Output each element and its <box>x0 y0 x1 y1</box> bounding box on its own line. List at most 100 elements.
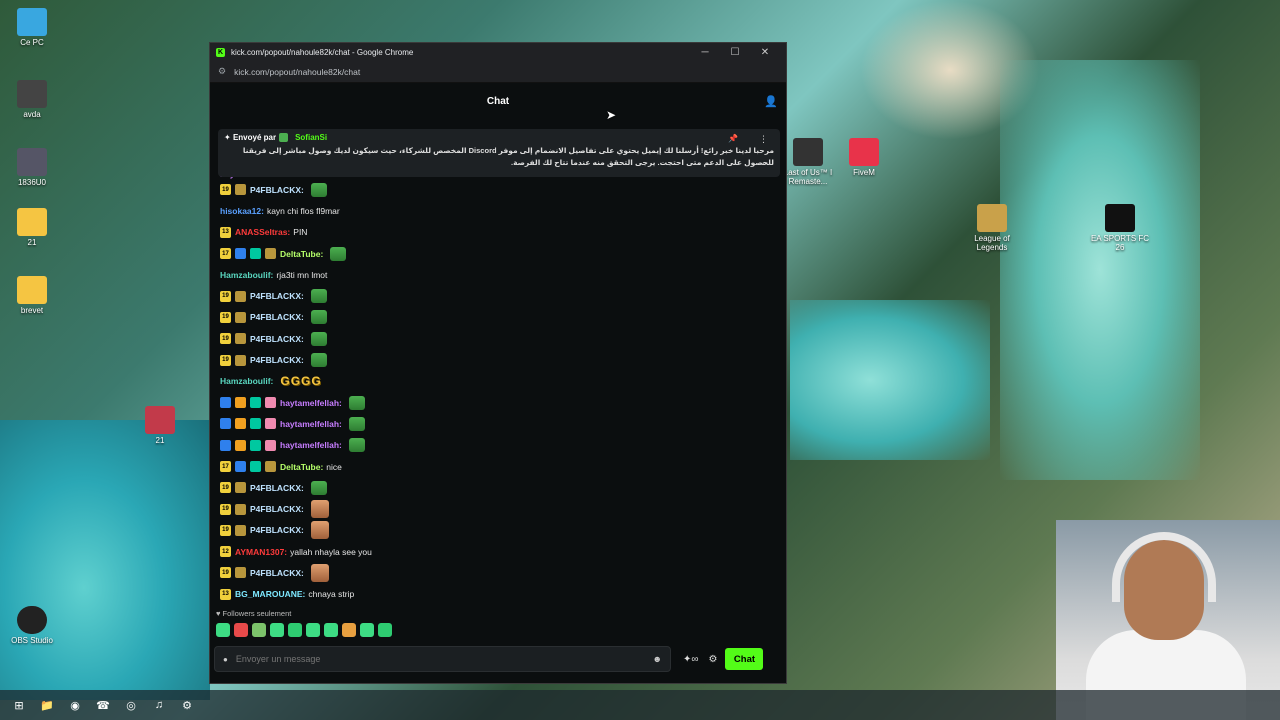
desktop-icon-obs-studio[interactable]: OBS Studio <box>2 606 62 645</box>
chat-username[interactable]: P4FBLACKX: <box>250 312 304 322</box>
site-info-icon[interactable]: ⚙ <box>218 66 226 77</box>
chat-username[interactable]: P4FBLACKX: <box>250 568 304 578</box>
more-options-icon[interactable]: ⋮ <box>759 134 768 145</box>
chat-username[interactable]: haytamelfellah: <box>280 398 342 408</box>
quick-emote-button[interactable] <box>234 623 248 637</box>
chevron-down-icon[interactable]: ⌄ <box>760 157 768 168</box>
chat-message[interactable]: haytamelfellah: <box>220 435 788 456</box>
chat-input-container[interactable]: ● ☻ <box>214 646 671 672</box>
chat-message-text: kayn chi flos fl9mar <box>266 205 340 216</box>
quick-emote-button[interactable] <box>216 623 230 637</box>
chat-username[interactable]: P4FBLACKX: <box>250 355 304 365</box>
chat-message[interactable]: 19 P4FBLACKX: <box>220 520 788 541</box>
points-icon[interactable]: ✦∞ <box>683 654 699 665</box>
desktop-icon-league-of-legends[interactable]: League of Legends <box>962 204 1022 252</box>
desktop-icon-avda[interactable]: avda <box>2 80 62 119</box>
chat-username[interactable]: P4FBLACKX: <box>250 525 304 535</box>
chat-badge-icon <box>235 397 246 409</box>
gear-icon[interactable]: ⚙ <box>709 654 718 665</box>
discord-icon[interactable]: ☎ <box>94 696 112 714</box>
chrome-icon[interactable]: ◉ <box>66 696 84 714</box>
pin-small-icon: ✦ <box>224 133 231 142</box>
chat-username[interactable]: AYMAN1307: <box>235 547 287 557</box>
chat-message-list[interactable]: haytamelfellah: 19 P4FBLACKX: hisokaa12:ka… <box>210 169 788 607</box>
chat-username[interactable]: Hamzaboulif: <box>220 270 273 280</box>
pin-icon[interactable]: 📌 <box>728 134 738 143</box>
desktop-icon-ea-sports-fc[interactable]: EA SPORTS FC 26 <box>1090 204 1150 252</box>
chat-message[interactable]: 17 DeltaTube: nice <box>220 456 788 477</box>
url-text[interactable]: kick.com/popout/nahoule82k/chat <box>234 67 360 77</box>
chat-message[interactable]: Hamzaboulif: GGGG <box>220 371 788 392</box>
desktop-icon-21-folder[interactable]: 21 <box>2 208 62 247</box>
quick-emote-button[interactable] <box>270 623 284 637</box>
quick-emote-button[interactable] <box>342 623 356 637</box>
chat-message[interactable]: 19 P4FBLACKX: <box>220 307 788 328</box>
quick-emote-button[interactable] <box>324 623 338 637</box>
desktop-icon-fivem[interactable]: FiveM <box>834 138 894 177</box>
chat-message[interactable]: 19 P4FBLACKX: <box>220 285 788 306</box>
desktop-icon-ce-pc[interactable]: Ce PC <box>2 8 62 47</box>
chat-message[interactable]: 19 P4FBLACKX: <box>220 477 788 498</box>
chat-message[interactable]: 13 ANASSeltras: PIN <box>220 222 788 243</box>
chat-username[interactable]: BG_MAROUANE: <box>235 589 305 599</box>
chat-username[interactable]: P4FBLACKX: <box>250 291 304 301</box>
spotify-icon[interactable]: ♫ <box>150 696 168 714</box>
chat-message-input[interactable] <box>235 654 653 664</box>
maximize-button[interactable]: ☐ <box>720 47 750 58</box>
quick-emote-button[interactable] <box>378 623 392 637</box>
chat-message[interactable]: 19 P4FBLACKX: <box>220 179 788 200</box>
chat-message[interactable]: 12 AYMAN1307: yallah nhayla see you <box>220 541 788 562</box>
chat-username[interactable]: ANASSeltras: <box>235 227 290 237</box>
chat-message[interactable]: 19 P4FBLACKX: <box>220 562 788 583</box>
chat-username[interactable]: P4FBLACKX: <box>250 483 304 493</box>
quick-emote-button[interactable] <box>360 623 374 637</box>
quick-emote-button[interactable] <box>288 623 302 637</box>
close-button[interactable]: ✕ <box>750 47 780 58</box>
chat-username[interactable]: Hamzaboulif: <box>220 376 273 386</box>
user-settings-icon[interactable]: 👤 <box>764 95 778 108</box>
chat-username[interactable]: P4FBLACKX: <box>250 334 304 344</box>
chat-badge-icon <box>235 482 246 494</box>
chat-username[interactable]: haytamelfellah: <box>280 419 342 429</box>
chat-message[interactable]: haytamelfellah: <box>220 392 788 413</box>
window-titlebar[interactable]: K kick.com/popout/nahoule82k/chat - Goog… <box>210 43 786 61</box>
chat-username[interactable]: hisokaa12: <box>220 206 264 216</box>
chat-message[interactable]: 19 P4FBLACKX: <box>220 349 788 370</box>
chat-message[interactable]: 19 P4FBLACKX: <box>220 328 788 349</box>
steam-icon[interactable]: ◎ <box>122 696 140 714</box>
chat-username[interactable]: P4FBLACKX: <box>250 185 304 195</box>
quick-emote-button[interactable] <box>306 623 320 637</box>
chat-message-text: chnaya strip <box>308 589 355 600</box>
desktop-icon-label: Last of Us™ I Remaste... <box>783 168 833 186</box>
desktop-icon-21-archive[interactable]: 21 <box>130 406 190 445</box>
pinned-header: ✦ Envoyé par SofianSi <box>224 133 774 142</box>
chat-badge-icon <box>235 503 246 515</box>
emoji-icon[interactable]: ☻ <box>653 654 662 664</box>
chat-username[interactable]: DeltaTube: <box>280 462 323 472</box>
pinned-message[interactable]: ✦ Envoyé par SofianSi مرحبا لدينا خبر را… <box>218 129 780 177</box>
quick-emote-button[interactable] <box>252 623 266 637</box>
chat-username[interactable]: P4FBLACKX: <box>250 504 304 514</box>
chat-username[interactable]: haytamelfellah: <box>280 440 342 450</box>
minimize-button[interactable]: ─ <box>690 47 720 58</box>
desktop-icon-label: FiveM <box>853 168 875 177</box>
pinned-label: Envoyé par <box>232 133 277 142</box>
pinned-author[interactable]: SofianSi <box>295 133 327 142</box>
start-icon[interactable]: ⊞ <box>10 696 28 714</box>
chat-message[interactable]: 13 BG_MAROUANE: chnaya strip <box>220 584 788 605</box>
chat-message[interactable]: haytamelfellah: <box>220 413 788 434</box>
desktop-icon-brevet[interactable]: brevet <box>2 276 62 315</box>
chat-username[interactable]: DeltaTube: <box>280 249 323 259</box>
chat-badge-icon: 19 <box>220 482 231 494</box>
chat-message[interactable]: 17 DeltaTube: <box>220 243 788 264</box>
chat-badge-icon: 19 <box>220 524 231 536</box>
settings-icon[interactable]: ⚙ <box>178 696 196 714</box>
chat-message[interactable]: hisokaa12: kayn chi flos fl9mar <box>220 200 788 221</box>
chat-message[interactable]: Hamzaboulif: rja3ti mn lmot <box>220 264 788 285</box>
send-chat-button[interactable]: Chat <box>725 648 764 670</box>
address-bar[interactable]: ⚙ kick.com/popout/nahoule82k/chat <box>210 61 786 83</box>
desktop-icon-1836u0[interactable]: 1836U0 <box>2 148 62 187</box>
chat-message[interactable]: 19 P4FBLACKX: <box>220 498 788 519</box>
chat-badge-icon <box>250 248 261 260</box>
file-explorer-icon[interactable]: 📁 <box>38 696 56 714</box>
